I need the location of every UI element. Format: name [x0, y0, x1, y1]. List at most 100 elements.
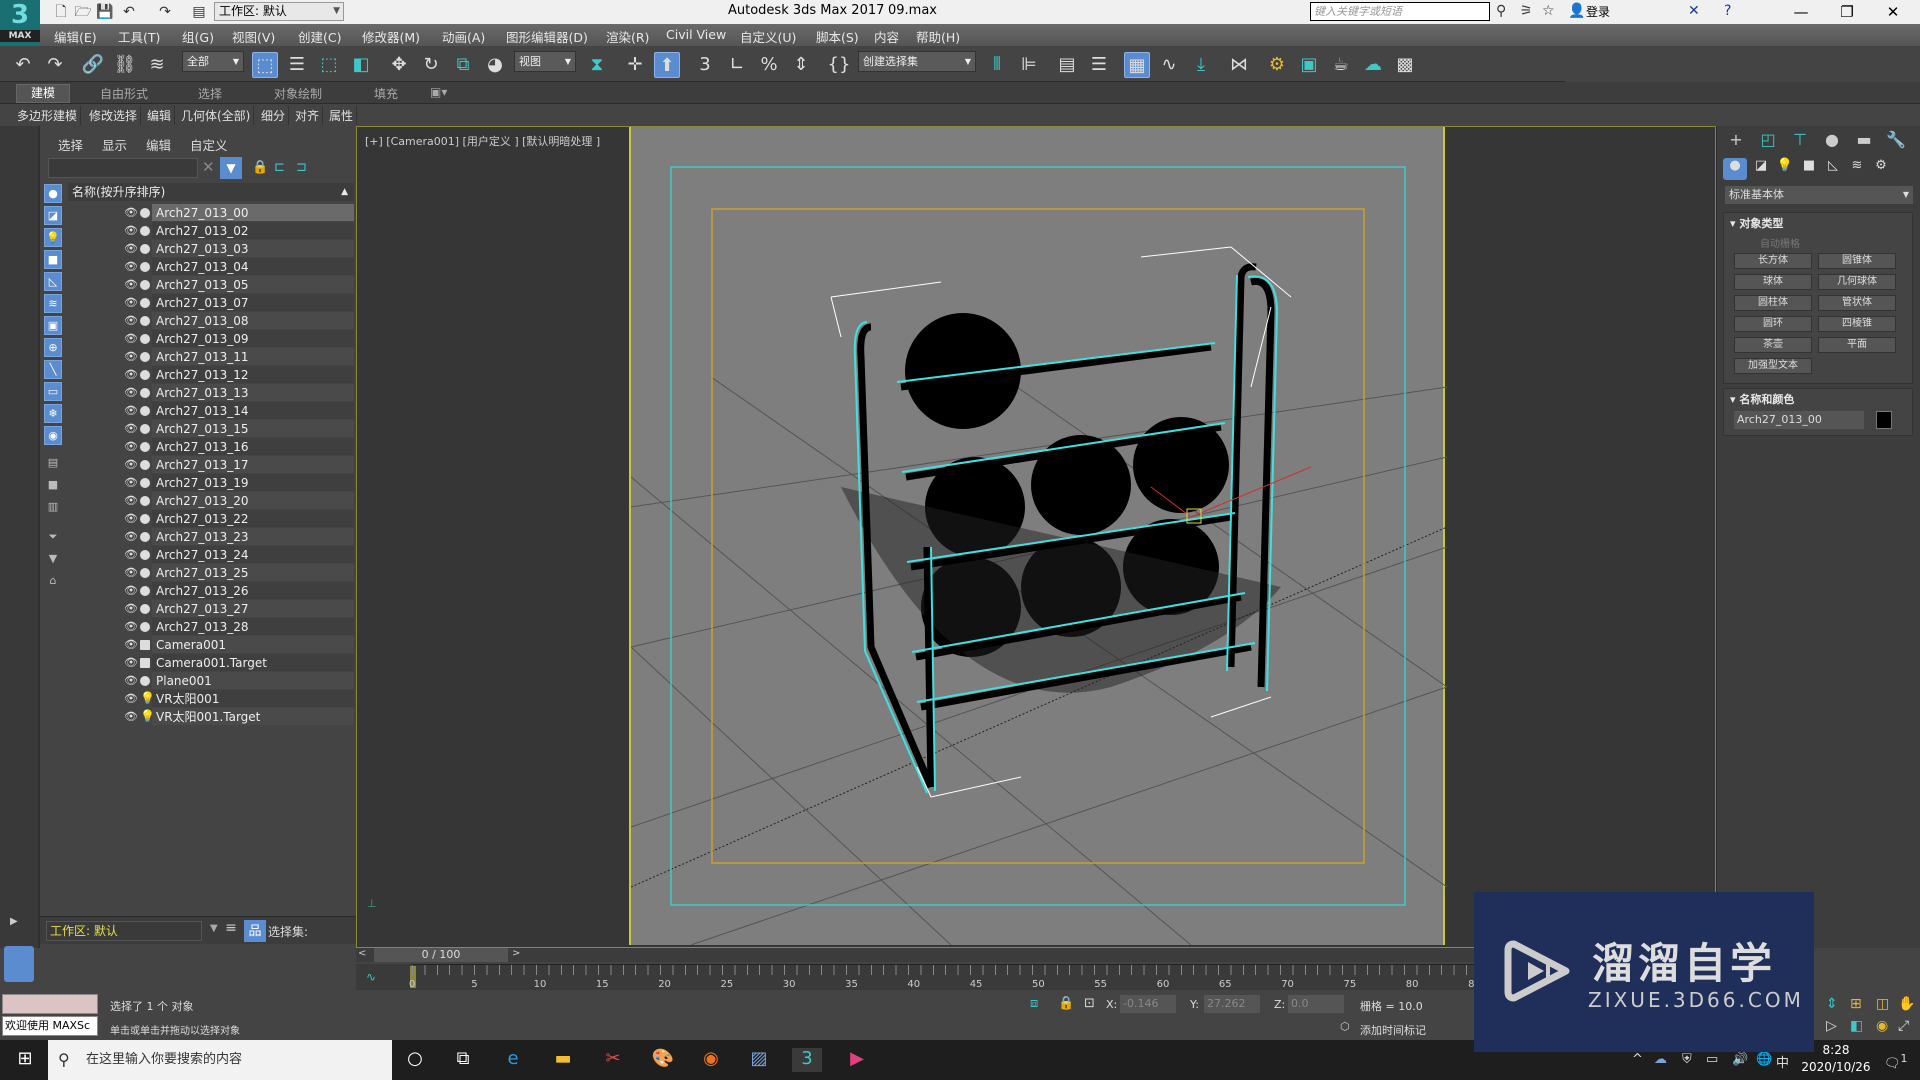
- field-of-view-icon[interactable]: ◫: [1876, 996, 1889, 1012]
- viewport-label[interactable]: [+] [Camera001] [用户定义 ] [默认明暗处理 ]: [365, 133, 600, 149]
- satellite-icon[interactable]: ⚞: [1520, 3, 1533, 19]
- geometry-type-icon[interactable]: [140, 316, 150, 326]
- tab-populate[interactable]: 填充: [374, 85, 398, 102]
- geometry-type-icon[interactable]: [140, 388, 150, 398]
- taskbar-search-input[interactable]: 在这里输入你要搜索的内容: [48, 1040, 392, 1080]
- add-time-tag-button[interactable]: 添加时间标记: [1360, 1022, 1426, 1038]
- menu-scripting[interactable]: 脚本(S): [816, 27, 859, 46]
- visibility-eye-icon[interactable]: 👁: [124, 672, 138, 690]
- move-icon[interactable]: ✥: [386, 52, 412, 78]
- explorer-row[interactable]: 👁 Arch27_013_02: [68, 222, 354, 240]
- geometry-type-icon[interactable]: [140, 478, 150, 488]
- explorer-row[interactable]: 👁 Arch27_013_07: [68, 294, 354, 312]
- helpers-category-icon[interactable]: ◺: [1821, 158, 1845, 180]
- rotate-icon[interactable]: ↻: [418, 52, 444, 78]
- explorer-row[interactable]: 👁 Camera001.Target: [68, 654, 354, 672]
- undo-icon[interactable]: ↶: [120, 3, 138, 21]
- pyramid-button[interactable]: 四棱锥: [1818, 316, 1896, 332]
- spacewarps-category-icon[interactable]: ≋: [1845, 158, 1869, 180]
- explorer-column-header[interactable]: 名称(按升序排序) ▲: [68, 183, 354, 201]
- menu-civil-view[interactable]: Civil View: [666, 27, 726, 42]
- geometry-type-icon[interactable]: [140, 514, 150, 524]
- menu-edit[interactable]: 编辑(E): [54, 27, 97, 46]
- explorer-menu-display[interactable]: 显示: [102, 135, 127, 154]
- help-search-input[interactable]: 键入关键字或短语: [1310, 2, 1490, 21]
- visibility-eye-icon[interactable]: 👁: [124, 618, 138, 636]
- tab-modeling[interactable]: 建模: [16, 84, 71, 103]
- ribbon-options-icon[interactable]: ▣▾: [430, 85, 447, 99]
- explorer-row[interactable]: 👁 Arch27_013_04: [68, 258, 354, 276]
- visibility-eye-icon[interactable]: 👁: [124, 276, 138, 294]
- render-cloud-icon[interactable]: ☁: [1360, 52, 1386, 78]
- time-slider-thumb[interactable]: 0 / 100: [374, 948, 508, 962]
- name-color-title[interactable]: ▾ 名称和颜色: [1730, 391, 1794, 407]
- paint-icon[interactable]: 🎨: [648, 1048, 678, 1072]
- primitive-type-dropdown[interactable]: 标准基本体 ▼: [1725, 186, 1913, 204]
- visibility-eye-icon[interactable]: 👁: [124, 492, 138, 510]
- cameras-category-icon[interactable]: ■: [1797, 158, 1821, 180]
- pivot-center-icon[interactable]: ⧗: [584, 52, 610, 78]
- hierarchy-view-icon[interactable]: 品: [244, 920, 266, 942]
- object-name[interactable]: Arch27_013_00: [152, 204, 354, 221]
- geometry-type-icon[interactable]: [140, 604, 150, 614]
- spinner-snap-icon[interactable]: ⇕: [788, 52, 814, 78]
- explorer-menu-edit[interactable]: 编辑: [146, 135, 171, 154]
- filter-toggle-icon[interactable]: ▼: [44, 550, 62, 569]
- prev-frame-icon[interactable]: <: [358, 948, 366, 959]
- toggle-ribbon-icon[interactable]: ▦: [1124, 52, 1150, 78]
- notepad-icon[interactable]: ▨: [744, 1048, 774, 1072]
- torus-button[interactable]: 圆环: [1734, 316, 1812, 332]
- panel-geometry-all[interactable]: 几何体(全部): [178, 106, 255, 125]
- geometry-type-icon[interactable]: [140, 676, 150, 686]
- maxscript-listener[interactable]: 欢迎使用 MAXSc: [2, 1016, 98, 1036]
- object-name[interactable]: Arch27_013_07: [152, 294, 354, 311]
- explorer-row[interactable]: 👁 Camera001: [68, 636, 354, 654]
- explorer-row[interactable]: 👁 Arch27_013_22: [68, 510, 354, 528]
- select-manipulate-icon[interactable]: ✛: [622, 52, 648, 78]
- group-filter-icon[interactable]: ▣: [44, 316, 62, 335]
- visibility-eye-icon[interactable]: 👁: [124, 330, 138, 348]
- bone-filter-icon[interactable]: ╲: [44, 360, 62, 379]
- curve-editor-mini-icon[interactable]: ∿: [366, 970, 376, 984]
- geometry-type-icon[interactable]: [140, 208, 150, 218]
- maximize-viewport-icon[interactable]: ⤢: [1898, 1018, 1909, 1034]
- object-name[interactable]: Arch27_013_12: [152, 366, 354, 383]
- edge-icon[interactable]: e: [498, 1048, 528, 1072]
- new-file-icon[interactable]: 🗋: [52, 3, 70, 21]
- visibility-eye-icon[interactable]: 👁: [124, 420, 138, 438]
- ime-indicator[interactable]: 中: [1776, 1052, 1789, 1071]
- volume-icon[interactable]: 🔊: [1732, 1052, 1748, 1067]
- object-name[interactable]: Arch27_013_19: [152, 474, 354, 491]
- object-name[interactable]: Arch27_013_24: [152, 546, 354, 563]
- geometry-type-icon[interactable]: [140, 280, 150, 290]
- named-selection-dropdown[interactable]: 创建选择集 ▼: [858, 51, 976, 72]
- max-logo[interactable]: 3 MAX: [0, 0, 40, 46]
- menu-rendering[interactable]: 渲染(R): [606, 27, 649, 46]
- percent-snap-icon[interactable]: %: [756, 52, 782, 78]
- visibility-eye-icon[interactable]: 👁: [124, 348, 138, 366]
- systems-category-icon[interactable]: ⚙: [1869, 158, 1893, 180]
- explorer-row[interactable]: 👁 Arch27_013_11: [68, 348, 354, 366]
- cloud-icon[interactable]: ☁: [1654, 1052, 1667, 1067]
- object-name[interactable]: Arch27_013_22: [152, 510, 354, 527]
- exchange-icon[interactable]: ✕: [1688, 3, 1700, 19]
- geometry-type-icon[interactable]: [140, 550, 150, 560]
- time-slider[interactable]: < 0 / 100 >: [356, 948, 1476, 962]
- teapot-button[interactable]: 茶壶: [1734, 337, 1812, 353]
- geometry-type-icon[interactable]: [140, 298, 150, 308]
- filter-icon[interactable]: ▼: [220, 157, 242, 179]
- container-filter-icon[interactable]: ▭: [44, 382, 62, 401]
- visibility-eye-icon[interactable]: 👁: [124, 690, 138, 708]
- geometry-type-icon[interactable]: [140, 496, 150, 506]
- explorer-row[interactable]: 👁 Arch27_013_26: [68, 582, 354, 600]
- box-button[interactable]: 长方体: [1734, 253, 1812, 269]
- visibility-eye-icon[interactable]: 👁: [124, 564, 138, 582]
- workspace-dropdown[interactable]: 工作区: 默认 ▼: [214, 2, 344, 21]
- geometry-type-icon[interactable]: [140, 244, 150, 254]
- object-name[interactable]: Arch27_013_27: [152, 600, 354, 617]
- visibility-eye-icon[interactable]: 👁: [124, 222, 138, 240]
- visibility-eye-icon[interactable]: 👁: [124, 708, 138, 726]
- frozen-filter-icon[interactable]: ❄: [44, 404, 62, 423]
- battery-icon[interactable]: ▭: [1706, 1052, 1718, 1067]
- firefox-icon[interactable]: ◉: [696, 1048, 726, 1072]
